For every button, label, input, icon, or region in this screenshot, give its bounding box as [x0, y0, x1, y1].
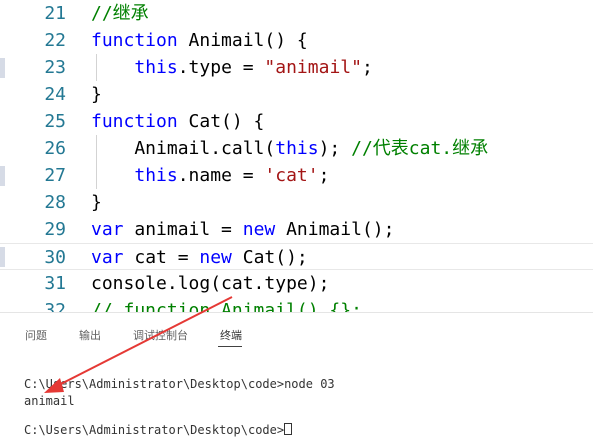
code-text: } [91, 81, 102, 108]
line-number: 21 [44, 3, 66, 24]
code-token: ; [361, 57, 373, 78]
code-token: this [275, 138, 319, 159]
code-token: var [91, 247, 124, 268]
line-number: 31 [44, 273, 66, 294]
code-token: new [242, 219, 276, 240]
code-line[interactable]: 27 this.name = 'cat'; [0, 162, 593, 189]
code-token: .name = [177, 165, 265, 186]
code-text: //继承 [91, 0, 149, 27]
code-line[interactable]: 21 //继承 [0, 0, 593, 27]
code-token: Animail.call( [91, 138, 276, 159]
terminal-cursor [284, 423, 293, 435]
code-editor[interactable]: 21//继承 22 function Animail() {23 this.type… [0, 0, 593, 312]
terminal-command-line: C:\Users\Administrator\Desktop\code>node… [24, 377, 335, 391]
code-token: cat = [123, 247, 200, 268]
code-token: ); [318, 138, 352, 159]
code-token: //代表cat.继承 [351, 138, 489, 159]
code-token: "animail" [264, 57, 362, 78]
code-text: } [91, 189, 102, 216]
code-text: this.name = 'cat'; [91, 162, 329, 189]
line-number: 30 [44, 247, 66, 268]
code-text: var cat = new Cat(); [91, 244, 308, 271]
code-token: this [134, 57, 178, 78]
code-token: console.log(cat.type); [91, 273, 330, 294]
code-line[interactable]: 23 this.type = "animail"; [0, 54, 593, 81]
code-line[interactable]: 32 // function Animail() {}; [0, 297, 593, 312]
terminal-output-line: animail [24, 394, 75, 408]
code-text: Animail.call(this); //代表cat.继承 [91, 135, 488, 162]
code-token: .type = [177, 57, 265, 78]
tab-output[interactable]: 输出 [79, 327, 101, 343]
code-token: } [91, 84, 102, 105]
bottom-panel: 问题 输出 调试控制台 终端 C:\Users\Administrator\De… [0, 312, 593, 437]
tab-debug-console[interactable]: 调试控制台 [133, 327, 188, 343]
code-token: function [91, 111, 178, 132]
code-token: // function Animail() {}; [91, 300, 362, 312]
code-line[interactable]: 28} [0, 189, 593, 216]
line-number: 29 [44, 219, 66, 240]
code-token: this [134, 165, 178, 186]
line-number: 28 [44, 192, 66, 213]
line-number: 23 [44, 57, 66, 78]
code-text: this.type = "animail"; [91, 54, 373, 81]
code-line[interactable]: 30 var cat = new Cat(); [0, 243, 593, 270]
line-number: 24 [44, 84, 66, 105]
tab-terminal[interactable]: 终端 [220, 327, 242, 343]
code-line[interactable]: 22 function Animail() { [0, 27, 593, 54]
code-token: var [91, 219, 124, 240]
code-line[interactable]: 26 Animail.call(this); //代表cat.继承 [0, 135, 593, 162]
terminal-prompt-text: C:\Users\Administrator\Desktop\code> [24, 423, 285, 437]
code-token: animail = [123, 219, 243, 240]
code-text: function Animail() { [91, 27, 308, 54]
code-token: } [91, 192, 102, 213]
code-token: Cat(); [231, 247, 308, 268]
code-line[interactable]: 24} [0, 81, 593, 108]
code-token: ; [318, 165, 330, 186]
code-token: new [199, 247, 232, 268]
code-text: var animail = new Animail(); [91, 216, 394, 243]
code-token: Animail() { [177, 30, 308, 51]
code-text: // function Animail() {}; [91, 297, 362, 312]
active-tab-indicator [218, 346, 242, 347]
line-number: 25 [44, 111, 66, 132]
code-line[interactable]: 25 function Cat() { [0, 108, 593, 135]
line-number: 22 [44, 30, 66, 51]
code-token: function [91, 30, 178, 51]
code-text: console.log(cat.type); [91, 270, 329, 297]
code-token: //继承 [91, 3, 149, 24]
line-number: 32 [44, 300, 66, 312]
code-text: function Cat() { [91, 108, 264, 135]
code-token: 'cat' [264, 165, 319, 186]
code-line[interactable]: 29 var animail = new Animail(); [0, 216, 593, 243]
code-token: Animail(); [275, 219, 395, 240]
line-number: 26 [44, 138, 66, 159]
tab-problems[interactable]: 问题 [25, 327, 47, 343]
code-line[interactable]: 31 console.log(cat.type); [0, 270, 593, 297]
line-number: 27 [44, 165, 66, 186]
code-token: Cat() { [177, 111, 265, 132]
terminal-prompt-line[interactable]: C:\Users\Administrator\Desktop\code> [24, 423, 293, 437]
